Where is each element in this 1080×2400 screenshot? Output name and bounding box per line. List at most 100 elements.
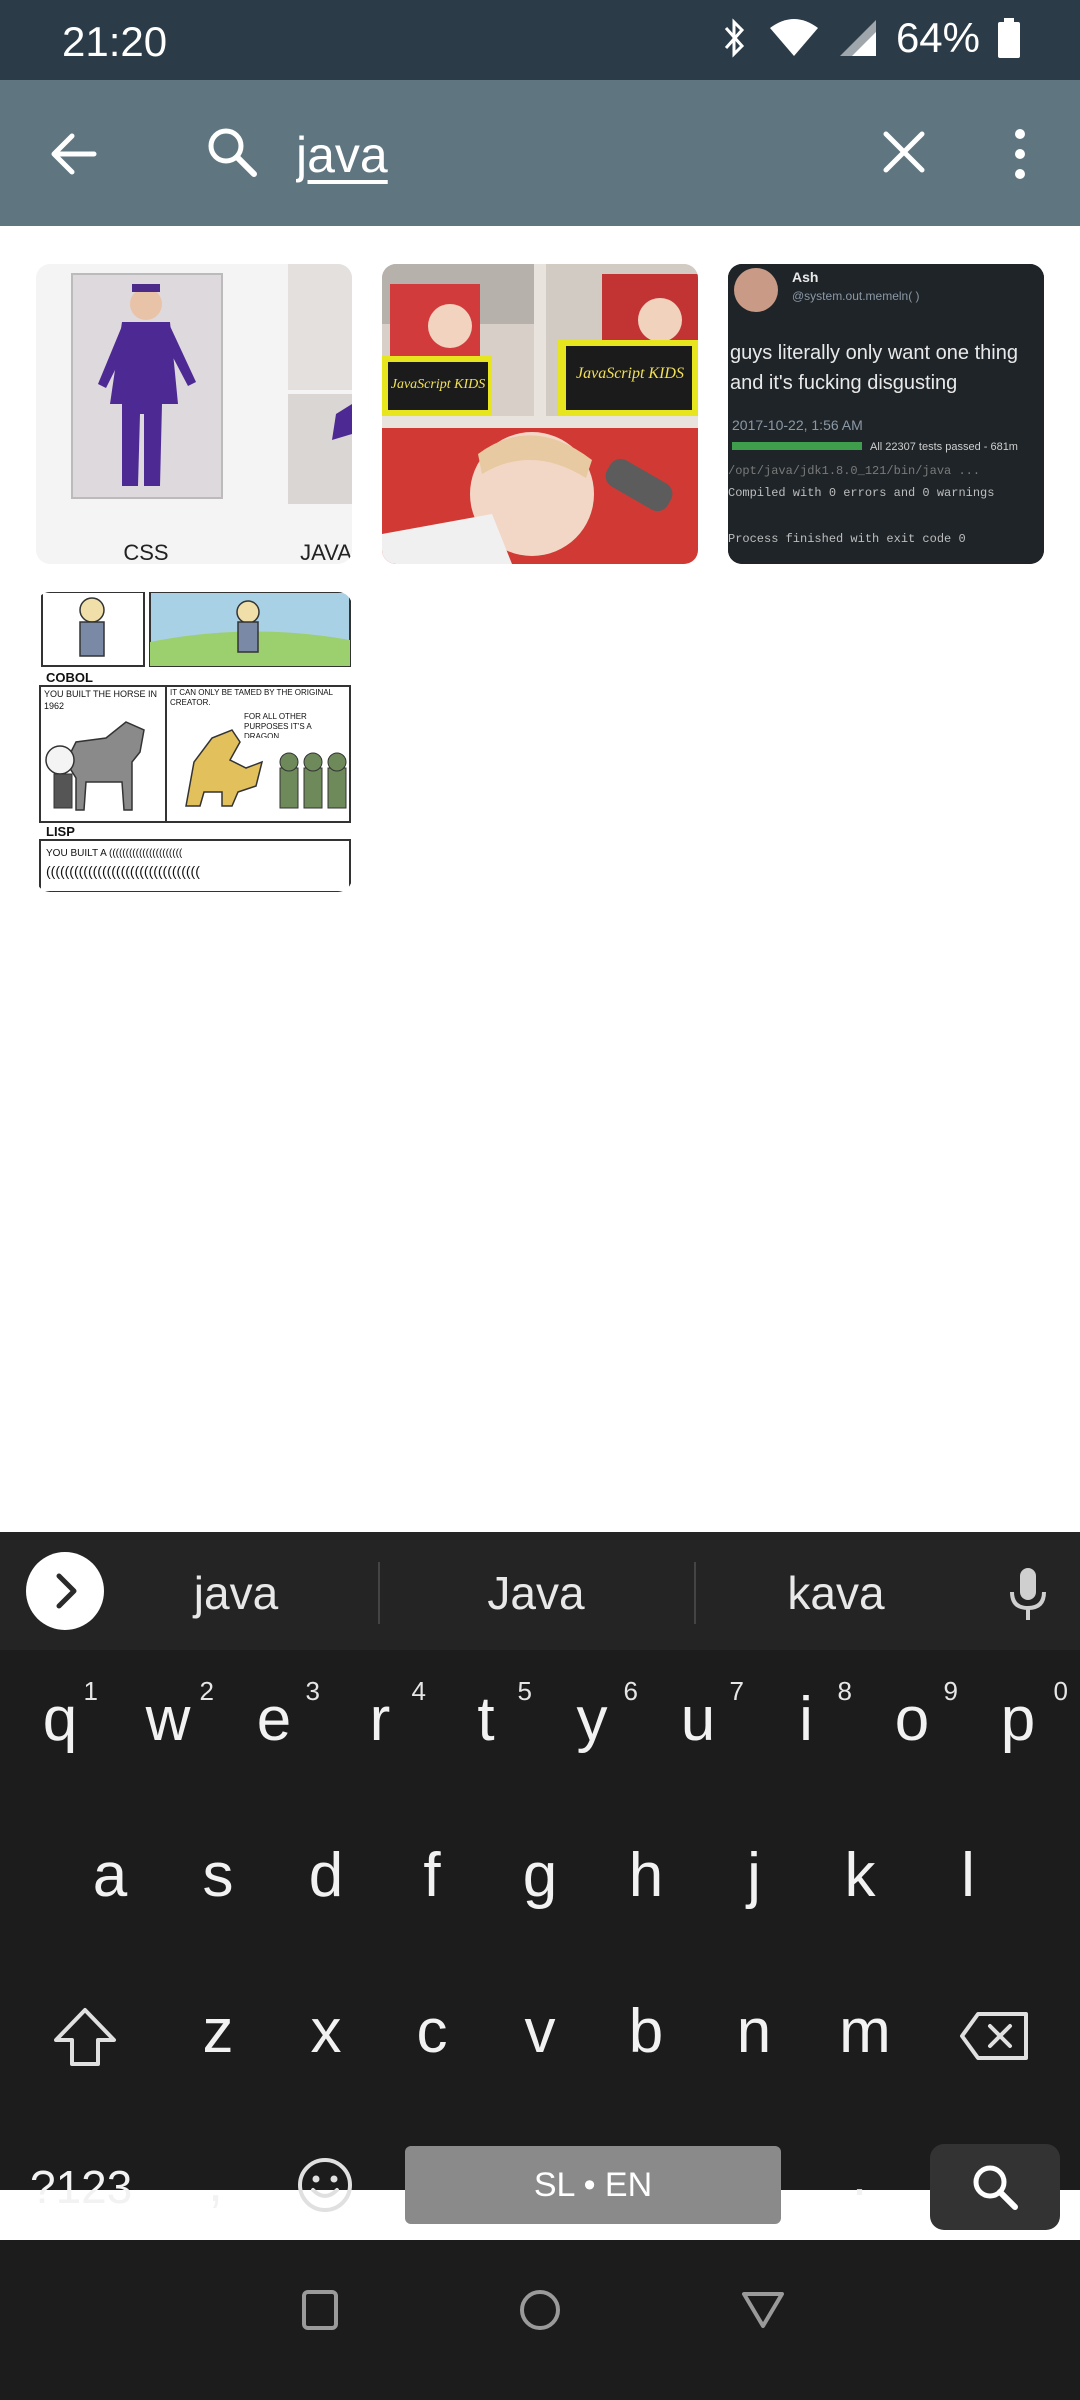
key-b[interactable]: b [608,1996,684,2067]
key-g[interactable]: g [502,1840,578,1911]
key-hint: 6 [623,1676,638,1706]
key-w[interactable]: w2 [130,1676,214,1755]
cobol-caption: YOU BUILT THE HORSE IN 1962 [44,689,158,711]
key-z[interactable]: z [180,1996,256,2067]
space-bar[interactable]: SL • EN [405,2146,781,2224]
key-label: w [145,1685,191,1754]
key-hint: 7 [729,1676,744,1706]
shift-icon[interactable] [50,2006,120,2070]
chevron-right-icon [56,1573,77,1609]
key-r[interactable]: r4 [342,1676,426,1755]
key-d[interactable]: d [288,1840,364,1911]
suggestion-divider [378,1562,380,1624]
key-m[interactable]: m [822,1996,908,2067]
key-hint: 9 [943,1676,958,1706]
microphone-icon[interactable] [1004,1566,1052,1622]
key-label: t [477,1685,495,1754]
key-label: p [1000,1685,1036,1754]
back-triangle-icon[interactable] [740,2288,786,2332]
results-grid: CSS JAVA JavaScript KIDS JavaScript KIDS [0,226,1080,1532]
cobol-lisp-comic-image: COBOL YOU BUILT THE HORSE IN 1962 IT CAN… [39,592,351,892]
home-icon[interactable] [518,2288,562,2332]
css-label: CSS [123,540,168,564]
key-h[interactable]: h [608,1840,684,1911]
keyboard: q1 w2 e3 r4 t5 y6 u7 i8 o9 p0 a s d f g … [0,1650,1080,2230]
key-label: i [799,1685,813,1754]
key-e[interactable]: e3 [236,1676,320,1755]
java-label: JAVA [300,540,352,564]
navigation-bar [0,2240,1080,2400]
keyboard-suggestion-strip: java Java kava [0,1532,1080,1650]
key-f[interactable]: f [394,1840,470,1911]
key-label: y [576,1685,608,1754]
key-label: e [256,1685,292,1754]
tweet-finished: Process finished with exit code 0 [728,532,966,546]
key-hint: 5 [517,1676,532,1706]
keyboard-search-button[interactable] [930,2144,1060,2230]
key-c[interactable]: c [394,1996,470,2067]
suggestion-1[interactable]: java [136,1566,336,1620]
tweet-date: 2017-10-22, 1:56 AM [732,417,863,433]
tweet-tests: All 22307 tests passed - 681m [870,441,1018,453]
key-l[interactable]: l [930,1840,1006,1911]
search-input[interactable] [294,116,858,194]
key-n[interactable]: n [716,1996,792,2067]
more-options-icon[interactable] [1000,124,1040,184]
key-p[interactable]: p0 [980,1676,1068,1755]
dragon-caption-2: FOR ALL OTHER PURPOSES IT'S A DRAGON. [244,712,312,738]
key-label: q [42,1685,78,1754]
suggestion-3[interactable]: kava [736,1566,936,1620]
back-arrow-icon[interactable] [46,126,102,182]
dragon-caption: IT CAN ONLY BE TAMED BY THE ORIGINAL CRE… [170,688,333,707]
key-x[interactable]: x [288,1996,364,2067]
key-s[interactable]: s [180,1840,256,1911]
suggestion-divider [694,1562,696,1624]
symbols-key[interactable]: ?123 [30,2160,132,2214]
key-label: o [894,1685,930,1754]
status-bar: 21:20 64% [0,0,1080,80]
suggestion-2[interactable]: Java [436,1566,636,1620]
key-hint: 3 [305,1676,320,1706]
result-image-tweet[interactable]: Ash @system.out.memeln( ) guys literally… [728,264,1044,564]
key-a[interactable]: a [72,1840,148,1911]
lisp-label: LISP [46,824,75,839]
bluetooth-icon [724,18,744,58]
battery-percent: 64% [895,14,980,61]
emoji-icon[interactable] [296,2156,354,2214]
key-hint: 8 [837,1676,852,1706]
tweet-compiled: Compiled with 0 errors and 0 warnings [728,486,994,500]
lisp-caption: YOU BUILT A (((((((((((((((((((((( [46,848,183,859]
key-q[interactable]: q1 [22,1676,98,1755]
recents-icon[interactable] [300,2288,340,2332]
key-u[interactable]: u7 [660,1676,744,1755]
key-j[interactable]: j [716,1840,792,1911]
key-hint: 4 [411,1676,426,1706]
key-v[interactable]: v [502,1996,578,2067]
tweet-meme-image: Ash @system.out.memeln( ) guys literally… [728,264,1044,564]
key-hint: 1 [83,1676,98,1706]
clear-icon[interactable] [876,124,932,180]
wifi-icon [769,19,818,56]
tweet-text: guys literally only want one thing and i… [730,342,1018,394]
css-java-meme-image: CSS JAVA [71,264,352,564]
tweet-path: /opt/java/jdk1.8.0_121/bin/java ... [728,464,980,478]
key-hint: 2 [199,1676,214,1706]
result-image-javascript-kids[interactable]: JavaScript KIDS JavaScript KIDS [382,264,698,564]
expand-arrow-button[interactable] [26,1552,104,1630]
key-i[interactable]: i8 [768,1676,852,1755]
search-icon [973,2165,1018,2210]
book-title-2: JavaScript KIDS [576,365,684,382]
comma-key[interactable]: , [208,2152,223,2214]
key-k[interactable]: k [822,1840,898,1911]
key-y[interactable]: y6 [554,1676,639,1755]
cobol-label: COBOL [46,670,93,685]
key-label: u [680,1685,716,1754]
signal-icon [839,20,876,56]
key-o[interactable]: o9 [874,1676,958,1755]
status-time: 21:20 [62,18,168,65]
backspace-icon[interactable] [958,2010,1030,2062]
result-image-css-java[interactable]: CSS JAVA [36,264,352,564]
period-key[interactable]: . [852,2146,867,2208]
key-t[interactable]: t5 [448,1676,532,1755]
result-image-cobol-lisp[interactable]: COBOL YOU BUILT THE HORSE IN 1962 IT CAN… [36,592,352,892]
